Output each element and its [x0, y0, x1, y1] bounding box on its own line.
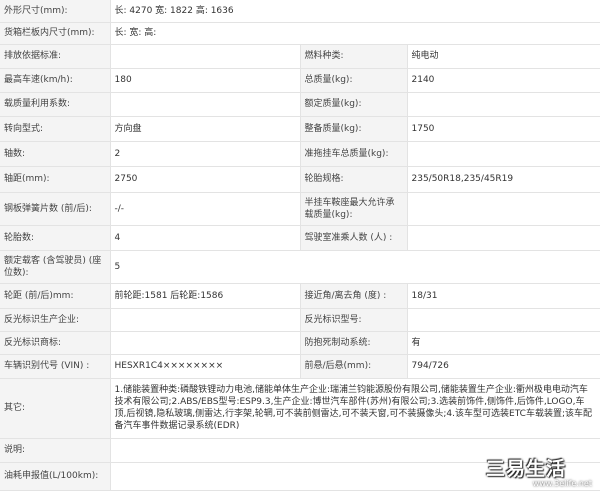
label-other: 其它: [0, 378, 111, 439]
row-axles: 轴数: 2 准拖挂车总质量(kg): [0, 141, 600, 167]
label-vin: 车辆识别代号 (VIN) : [0, 354, 111, 379]
value-rated-mass [407, 92, 600, 117]
value-fuel-type: 纯电动 [407, 44, 600, 69]
row-reflector-brand: 反光标识商标: 防抱死制动系统: 有 [0, 331, 600, 355]
value-axles: 2 [110, 141, 301, 167]
value-curb-mass: 1750 [407, 116, 600, 142]
label-wheelbase: 轴距(mm): [0, 166, 111, 193]
row-steering: 转向型式: 方向盘 整备质量(kg): 1750 [0, 116, 600, 142]
value-max-speed: 180 [110, 68, 301, 93]
value-other: 1.储能装置种类:磷酸铁锂动力电池,储能单体生产企业:瑞浦兰钧能源股份有限公司,… [110, 378, 600, 439]
value-track: 前轮距:1581 后轮距:1586 [110, 283, 301, 309]
label-saddle-load: 半挂车鞍座最大允许承载质量(kg): [299, 192, 408, 226]
label-fuel-type: 燃料种类: [299, 44, 408, 69]
vehicle-spec-table: 外形尺寸(mm): 长: 4270 宽: 1822 高: 1636 货箱栏板内尺… [0, 0, 600, 491]
value-angles: 18/31 [407, 283, 600, 309]
label-overhang: 前悬/后悬(mm): [299, 354, 408, 379]
value-abs: 有 [407, 331, 600, 355]
value-passengers: 5 [110, 250, 600, 284]
label-reflector-maker: 反光标识生产企业: [0, 308, 111, 332]
value-emission [110, 44, 301, 69]
row-vin: 车辆识别代号 (VIN) : HESXR1C4×××××××× 前悬/后悬(mm… [0, 354, 600, 379]
value-cargo-box: 长: 宽: 高: [110, 22, 600, 45]
label-dimensions: 外形尺寸(mm): [0, 0, 111, 23]
value-load-factor [110, 92, 301, 117]
row-track: 轮距 (前/后)mm: 前轮距:1581 后轮距:1586 接近角/离去角 (度… [0, 283, 600, 309]
value-saddle-load [407, 192, 600, 226]
label-notes: 说明: [0, 438, 111, 463]
label-reflector-model: 反光标识型号: [299, 308, 408, 332]
value-reflector-model [407, 308, 600, 332]
row-wheelbase: 轴距(mm): 2750 轮胎规格: 235/50R18,235/45R19 [0, 166, 600, 193]
value-steering: 方向盘 [110, 116, 301, 142]
row-load-factor: 载质量利用系数: 额定质量(kg): [0, 92, 600, 117]
watermark-brand: 三易生活 [486, 458, 567, 480]
row-dimensions: 外形尺寸(mm): 长: 4270 宽: 1822 高: 1636 [0, 0, 600, 23]
watermark-site: www.3elife.net [532, 479, 592, 488]
label-rated-mass: 额定质量(kg): [299, 92, 408, 117]
label-fuel-consumption: 油耗申报值(L/100km): [0, 462, 111, 491]
label-angles: 接近角/离去角 (度) : [299, 283, 408, 309]
value-tire-spec: 235/50R18,235/45R19 [407, 166, 600, 193]
row-passengers: 额定载客 (含驾驶员) (座位数): 5 [0, 250, 600, 284]
value-reflector-maker [110, 308, 301, 332]
value-wheelbase: 2750 [110, 166, 301, 193]
label-passengers: 额定载客 (含驾驶员) (座位数): [0, 250, 111, 284]
value-tire-count: 4 [110, 225, 301, 251]
row-reflector-maker: 反光标识生产企业: 反光标识型号: [0, 308, 600, 332]
label-trailer-mass: 准拖挂车总质量(kg): [299, 141, 408, 167]
row-emission: 排放依据标准: 燃料种类: 纯电动 [0, 44, 600, 69]
row-cargo-box: 货箱栏板内尺寸(mm): 长: 宽: 高: [0, 22, 600, 45]
label-reflector-brand: 反光标识商标: [0, 331, 111, 355]
row-max-speed: 最高车速(km/h): 180 总质量(kg): 2140 [0, 68, 600, 93]
row-other: 其它: 1.储能装置种类:磷酸铁锂动力电池,储能单体生产企业:瑞浦兰钧能源股份有… [0, 378, 600, 439]
row-leaf-springs: 钢板弹簧片数 (前/后): -/- 半挂车鞍座最大允许承载质量(kg): [0, 192, 600, 226]
row-tire-count: 轮胎数: 4 驾驶室准乘人数 (人) : [0, 225, 600, 251]
label-tire-spec: 轮胎规格: [299, 166, 408, 193]
label-emission: 排放依据标准: [0, 44, 111, 69]
label-load-factor: 载质量利用系数: [0, 92, 111, 117]
label-steering: 转向型式: [0, 116, 111, 142]
label-track: 轮距 (前/后)mm: [0, 283, 111, 309]
label-axles: 轴数: [0, 141, 111, 167]
value-leaf-springs: -/- [110, 192, 301, 226]
label-abs: 防抱死制动系统: [299, 331, 408, 355]
value-dimensions: 长: 4270 宽: 1822 高: 1636 [110, 0, 600, 23]
value-vin: HESXR1C4×××××××× [110, 354, 301, 379]
label-tire-count: 轮胎数: [0, 225, 111, 251]
value-reflector-brand [110, 331, 301, 355]
label-max-speed: 最高车速(km/h): [0, 68, 111, 93]
label-cab-capacity: 驾驶室准乘人数 (人) : [299, 225, 408, 251]
label-curb-mass: 整备质量(kg): [299, 116, 408, 142]
value-gross-mass: 2140 [407, 68, 600, 93]
value-overhang: 794/726 [407, 354, 600, 379]
watermark-logo: 三易生活 www.3elife.net [486, 454, 594, 488]
label-cargo-box: 货箱栏板内尺寸(mm): [0, 22, 111, 45]
value-trailer-mass [407, 141, 600, 167]
value-cab-capacity [407, 225, 600, 251]
label-gross-mass: 总质量(kg): [299, 68, 408, 93]
label-leaf-springs: 钢板弹簧片数 (前/后): [0, 192, 111, 226]
